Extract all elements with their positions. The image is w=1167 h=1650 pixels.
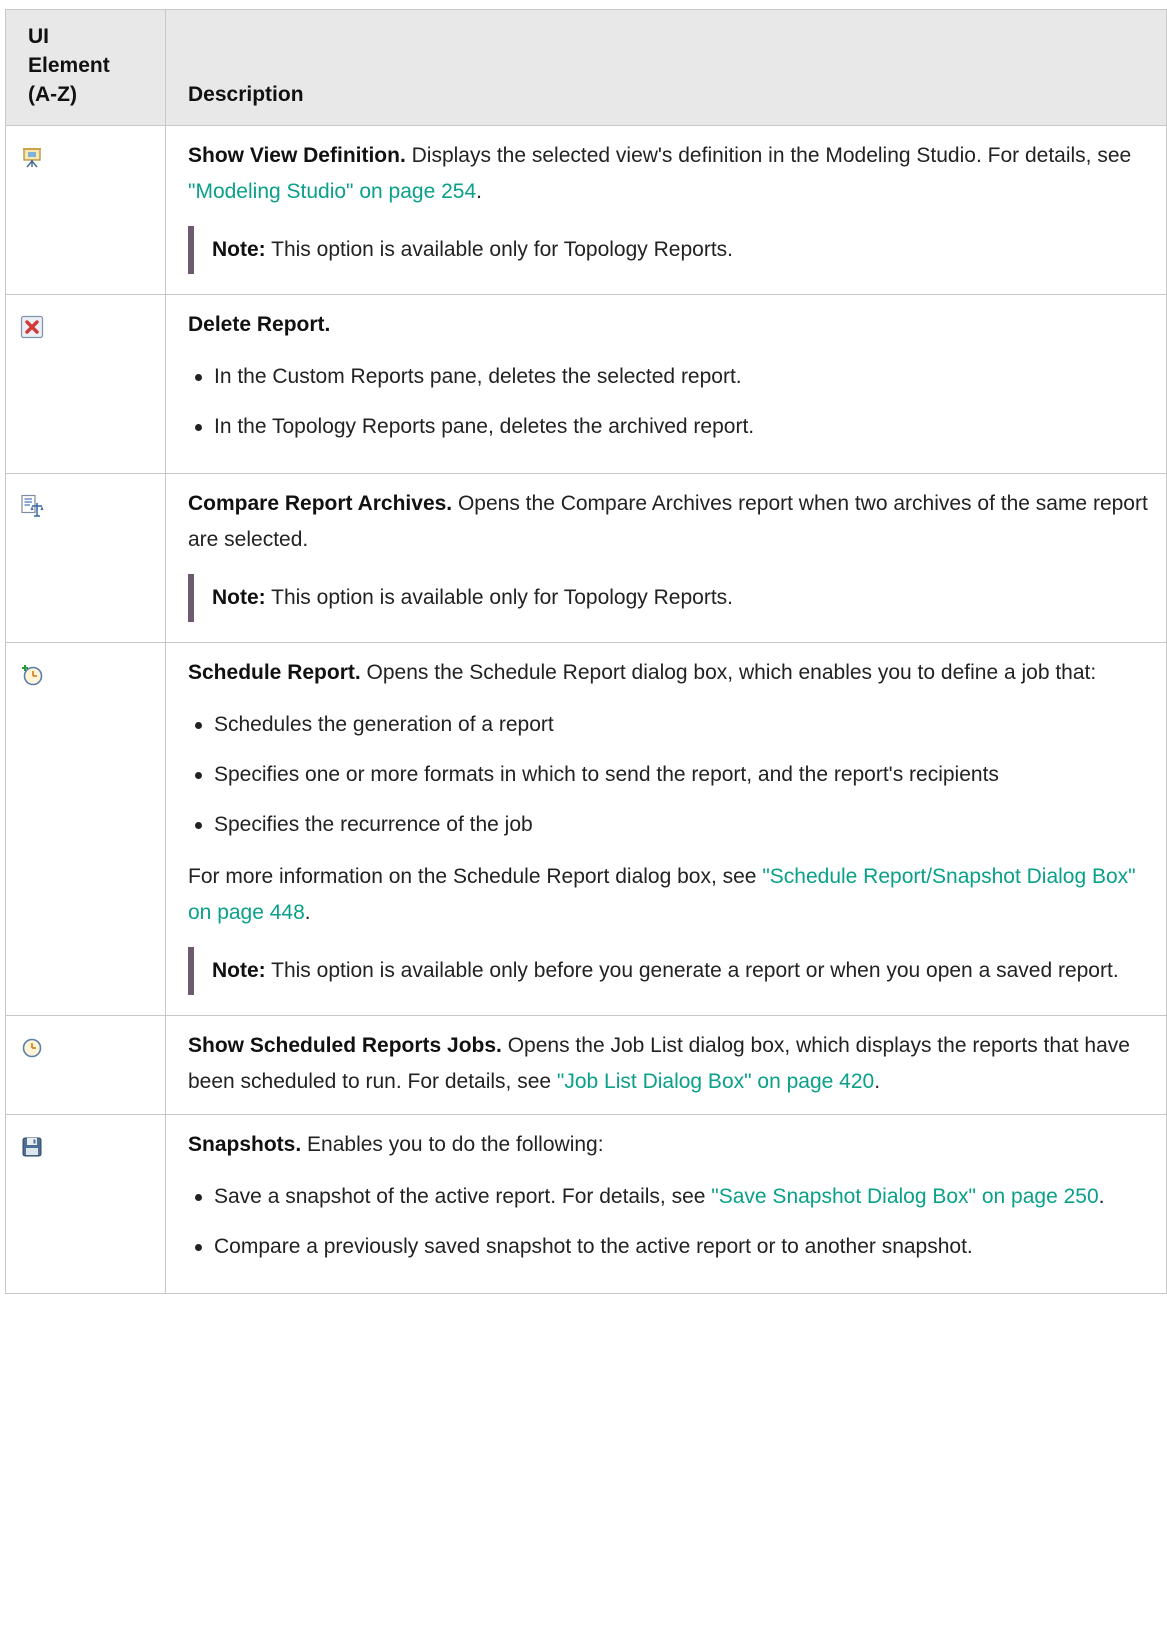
header-description: Description	[165, 9, 1167, 126]
table-row: Schedule Report. Opens the Schedule Repo…	[5, 642, 1167, 1016]
bullet-list: Save a snapshot of the active report. Fo…	[188, 1179, 1152, 1265]
row-description: Schedule Report. Opens the Schedule Repo…	[188, 661, 1097, 684]
row-title: Show View Definition.	[188, 144, 406, 167]
list-item: In the Topology Reports pane, deletes th…	[188, 409, 1152, 445]
job-list-link[interactable]: "Job List Dialog Box" on page 420	[557, 1070, 874, 1093]
icon-cell	[5, 473, 166, 643]
icon-cell	[5, 642, 166, 1016]
snapshot-save-icon[interactable]	[20, 1135, 44, 1159]
row-description: Compare Report Archives. Opens the Compa…	[188, 492, 1148, 551]
note-block: Note: This option is available only for …	[188, 226, 1152, 274]
presentation-easel-icon[interactable]	[20, 146, 44, 170]
icon-cell	[5, 1114, 166, 1294]
table-header-row: UI Element (A-Z) Description	[5, 9, 1167, 126]
row-title: Delete Report.	[188, 313, 331, 336]
bullet-list: Schedules the generation of a report Spe…	[188, 707, 1152, 843]
table-row: Snapshots. Enables you to do the followi…	[5, 1114, 1167, 1294]
row-description: Show View Definition. Displays the selec…	[188, 144, 1132, 203]
compare-archives-icon[interactable]	[20, 494, 44, 518]
description-cell: Schedule Report. Opens the Schedule Repo…	[165, 642, 1167, 1016]
list-item: Specifies one or more formats in which t…	[188, 757, 1152, 793]
icon-cell	[5, 125, 166, 295]
row-title: Snapshots.	[188, 1133, 302, 1156]
scheduled-jobs-clock-icon[interactable]	[20, 1036, 44, 1060]
note-block: Note: This option is available only befo…	[188, 947, 1152, 995]
table-row: Delete Report. In the Custom Reports pan…	[5, 294, 1167, 474]
row-description: Delete Report.	[188, 307, 1152, 343]
description-cell: Show View Definition. Displays the selec…	[165, 125, 1167, 295]
list-item: Schedules the generation of a report	[188, 707, 1152, 743]
header-ui-element: UI Element (A-Z)	[5, 9, 166, 126]
icon-cell	[5, 294, 166, 474]
delete-red-x-icon[interactable]	[20, 315, 44, 339]
more-info-paragraph: For more information on the Schedule Rep…	[188, 865, 1136, 924]
list-item: Compare a previously saved snapshot to t…	[188, 1229, 1152, 1265]
description-cell: Delete Report. In the Custom Reports pan…	[165, 294, 1167, 474]
ui-elements-table: UI Element (A-Z) Description Show View D…	[5, 9, 1167, 1294]
row-title: Schedule Report.	[188, 661, 361, 684]
table-row: Show View Definition. Displays the selec…	[5, 125, 1167, 295]
note-block: Note: This option is available only for …	[188, 574, 1152, 622]
row-description: Snapshots. Enables you to do the followi…	[188, 1133, 604, 1156]
row-description: Show Scheduled Reports Jobs. Opens the J…	[188, 1034, 1130, 1093]
table-row: Compare Report Archives. Opens the Compa…	[5, 473, 1167, 643]
save-snapshot-link[interactable]: "Save Snapshot Dialog Box" on page 250	[711, 1185, 1098, 1208]
description-cell: Show Scheduled Reports Jobs. Opens the J…	[165, 1015, 1167, 1115]
row-title: Show Scheduled Reports Jobs.	[188, 1034, 502, 1057]
row-title: Compare Report Archives.	[188, 492, 453, 515]
table-row: Show Scheduled Reports Jobs. Opens the J…	[5, 1015, 1167, 1115]
bullet-list: In the Custom Reports pane, deletes the …	[188, 359, 1152, 445]
list-item: Specifies the recurrence of the job	[188, 807, 1152, 843]
list-item: Save a snapshot of the active report. Fo…	[188, 1179, 1152, 1215]
description-cell: Compare Report Archives. Opens the Compa…	[165, 473, 1167, 643]
list-item: In the Custom Reports pane, deletes the …	[188, 359, 1152, 395]
modeling-studio-link[interactable]: "Modeling Studio" on page 254	[188, 180, 476, 203]
description-cell: Snapshots. Enables you to do the followi…	[165, 1114, 1167, 1294]
icon-cell	[5, 1015, 166, 1115]
schedule-clock-plus-icon[interactable]	[20, 663, 44, 687]
